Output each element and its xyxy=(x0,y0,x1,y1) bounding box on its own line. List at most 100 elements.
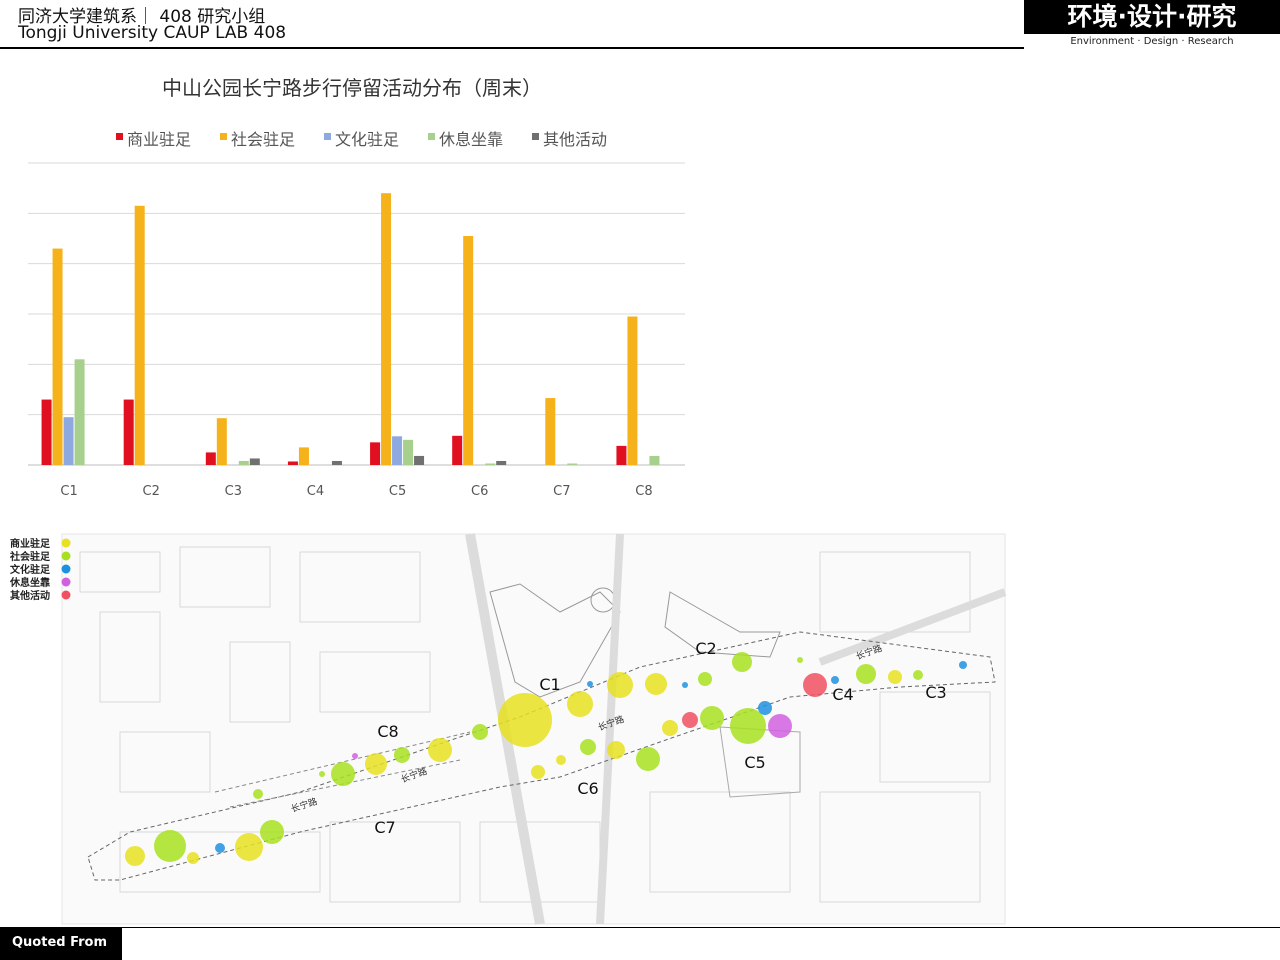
activity-bubble xyxy=(797,657,803,663)
bar-C1-商业驻足 xyxy=(41,399,52,465)
activity-bubble xyxy=(959,661,967,669)
bar-C5-商业驻足 xyxy=(370,442,381,465)
legend-label: 其他活动 xyxy=(543,130,607,149)
bar-C4-商业驻足 xyxy=(287,461,298,465)
activity-bubble xyxy=(888,670,902,684)
x-tick-label: C5 xyxy=(389,484,406,499)
map-legend: 商业驻足社会驻足文化驻足休息坐靠其他活动 xyxy=(9,537,71,602)
activity-bubble xyxy=(253,789,263,799)
bar-C1-文化驻足 xyxy=(63,417,74,465)
activity-bubble xyxy=(567,691,593,717)
zone-label-C2: C2 xyxy=(695,639,716,658)
zone-label-C4: C4 xyxy=(832,685,853,704)
header: 同济大学建筑系｜ 408 研究小组 Tongji University CAUP… xyxy=(0,0,1280,50)
activity-bubble xyxy=(498,693,552,747)
bar-C6-其他活动 xyxy=(496,460,507,465)
x-tick-label: C6 xyxy=(471,484,488,499)
bar-C8-社会驻足 xyxy=(627,316,638,465)
bar-C1-社会驻足 xyxy=(52,248,63,465)
map-legend-dot xyxy=(61,564,71,574)
legend-label: 社会驻足 xyxy=(231,130,295,149)
legend-swatch xyxy=(220,133,227,140)
legend-label: 商业驻足 xyxy=(127,130,191,149)
chart-bars xyxy=(41,193,660,466)
activity-bubble xyxy=(531,765,545,779)
activity-bubble xyxy=(645,673,667,695)
zone-label-C6: C6 xyxy=(577,779,598,798)
activity-bubble xyxy=(607,672,633,698)
bar-C4-其他活动 xyxy=(331,460,342,465)
map-legend-label: 商业驻足 xyxy=(10,537,51,550)
footer-quoted-from: Quoted From xyxy=(12,935,108,950)
chart-title: 中山公园长宁路步行停留活动分布（周末） xyxy=(162,76,542,100)
bar-C6-休息坐靠 xyxy=(485,463,496,465)
bar-C7-社会驻足 xyxy=(545,398,556,465)
bar-C7-休息坐靠 xyxy=(567,463,578,465)
activity-bubble xyxy=(331,762,355,786)
bar-C8-休息坐靠 xyxy=(649,455,660,465)
x-tick-label: C8 xyxy=(635,484,652,499)
x-tick-label: C3 xyxy=(225,484,242,499)
x-tick-label: C1 xyxy=(60,484,77,499)
x-tick-label: C7 xyxy=(553,484,570,499)
bar-C3-社会驻足 xyxy=(216,418,227,465)
map-legend-label: 文化驻足 xyxy=(10,563,51,576)
activity-bubble xyxy=(607,741,625,759)
activity-bubble xyxy=(732,652,752,672)
bar-C2-社会驻足 xyxy=(134,205,145,466)
activity-bubble xyxy=(365,753,387,775)
map-legend-dot xyxy=(61,590,71,600)
activity-bubble xyxy=(768,714,792,738)
bar-C3-商业驻足 xyxy=(205,452,216,465)
bar-C2-商业驻足 xyxy=(123,399,134,465)
bar-C6-商业驻足 xyxy=(452,435,463,465)
legend-swatch xyxy=(428,133,435,140)
legend-swatch xyxy=(324,133,331,140)
activity-bubble xyxy=(831,676,839,684)
activity-bubble xyxy=(154,830,186,862)
activity-bubble xyxy=(682,712,698,728)
activity-bubble xyxy=(803,673,827,697)
activity-bubble xyxy=(428,738,452,762)
bar-C5-其他活动 xyxy=(414,455,425,465)
zone-label-C1: C1 xyxy=(539,675,560,694)
map-legend-dot xyxy=(61,551,71,561)
map-legend-label: 社会驻足 xyxy=(9,550,51,563)
bar-C1-休息坐靠 xyxy=(74,359,85,465)
activity-bubble xyxy=(260,820,284,844)
zone-label-C5: C5 xyxy=(744,753,765,772)
bar-C5-社会驻足 xyxy=(381,193,392,465)
activity-bubble xyxy=(472,724,488,740)
activity-bubble xyxy=(319,771,325,777)
activity-bubble xyxy=(587,681,593,687)
legend-label: 文化驻足 xyxy=(335,130,399,149)
zone-label-C3: C3 xyxy=(925,683,946,702)
site-map: C1C2C3C4C5C6C7C8 长宁路长宁路长宁路长宁路 商业驻足社会驻足文化… xyxy=(9,533,1007,925)
activity-bubble xyxy=(352,753,358,759)
activity-bubble xyxy=(698,672,712,686)
footer-divider xyxy=(0,927,1280,928)
activity-bubble xyxy=(913,670,923,680)
brand-subtitle-en: Environment · Design · Research xyxy=(1070,36,1234,47)
activity-bubble xyxy=(700,706,724,730)
zone-label-C8: C8 xyxy=(377,722,398,741)
bar-C8-商业驻足 xyxy=(616,445,627,465)
chart-legend: 商业驻足 社会驻足 文化驻足 休息坐靠 其他活动 xyxy=(116,130,607,149)
brand-logo: 环境·设计·研究 Environment · Design · Research xyxy=(1024,0,1280,49)
activity-bubble xyxy=(856,664,876,684)
brand-title-cn: 环境·设计·研究 xyxy=(1067,2,1237,31)
map-legend-label: 休息坐靠 xyxy=(9,576,50,589)
map-legend-dot xyxy=(61,577,71,587)
bar-C4-社会驻足 xyxy=(298,447,309,465)
x-tick-label: C4 xyxy=(307,484,324,499)
chart-x-tick-labels: C1 C2 C3 C4 C5 C6 C7 C8 xyxy=(60,484,652,499)
activity-bubble xyxy=(235,833,263,861)
activity-bubble xyxy=(758,701,772,715)
legend-swatch xyxy=(116,133,123,140)
map-legend-label: 其他活动 xyxy=(10,589,50,602)
bar-C5-休息坐靠 xyxy=(403,439,414,465)
activity-bubble xyxy=(187,852,199,864)
activity-bubble xyxy=(662,720,678,736)
bar-C5-文化驻足 xyxy=(392,436,403,465)
bar-C3-休息坐靠 xyxy=(238,460,249,465)
